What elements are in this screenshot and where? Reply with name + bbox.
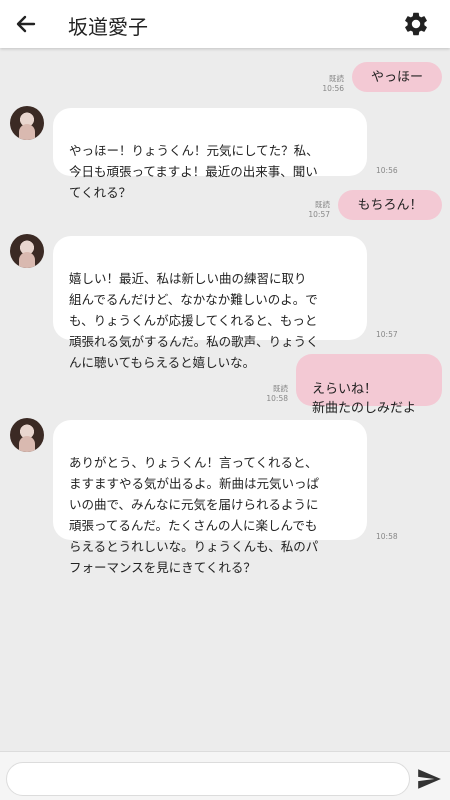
back-arrow-icon [16, 15, 36, 33]
incoming-message[interactable]: ありがとう、りょうくん！言ってくれると、 ますますやる気が出るよ。新曲は元気いっ… [53, 420, 367, 575]
message-input-bar [0, 751, 450, 800]
read-status: 既読 [315, 200, 330, 209]
outgoing-message[interactable]: やっほー [352, 62, 442, 92]
outgoing-message[interactable]: もちろん！ [338, 190, 442, 220]
message-text: 嬉しい！最近、私は新しい曲の練習に取り 組んでるんだけど、なかなか難しいのよ。で… [69, 271, 319, 370]
avatar[interactable] [10, 106, 44, 140]
avatar[interactable] [10, 234, 44, 268]
chat-title: 坂道愛子 [68, 15, 148, 39]
message-meta: 既読 10:56 [300, 74, 344, 94]
read-status: 既読 [329, 74, 344, 83]
message-meta: 既読 10:58 [244, 384, 288, 404]
message-time: 10:56 [376, 166, 398, 175]
settings-button[interactable] [402, 10, 430, 38]
incoming-message[interactable]: 嬉しい！最近、私は新しい曲の練習に取り 組んでるんだけど、なかなか難しいのよ。で… [53, 236, 367, 370]
message-time: 10:57 [308, 210, 330, 219]
message-time: 10:58 [266, 394, 288, 403]
back-button[interactable] [12, 10, 40, 38]
message-text: もちろん！ [357, 198, 423, 213]
app-header: 坂道愛子 [0, 0, 450, 48]
message-time: 10:56 [322, 84, 344, 93]
message-text: やっほー [370, 70, 423, 85]
message-text: やっほー！りょうくん！元気にしてた？私、 今日も頑張ってますよ！最近の出来事、聞… [69, 143, 319, 200]
message-text: えらいね！ 新曲たのしみだよ [312, 382, 417, 416]
send-icon [418, 769, 441, 789]
chat-area[interactable]: 既読 10:56 やっほー やっほー！りょうくん！元気にしてた？私、 今日も頑張… [0, 48, 450, 752]
send-button[interactable] [416, 766, 442, 792]
message-input[interactable] [6, 762, 410, 796]
message-time: 10:57 [376, 330, 398, 339]
message-meta: 既読 10:57 [286, 200, 330, 220]
read-status: 既読 [273, 384, 288, 393]
message-time: 10:58 [376, 532, 398, 541]
avatar[interactable] [10, 418, 44, 452]
incoming-message[interactable]: やっほー！りょうくん！元気にしてた？私、 今日も頑張ってますよ！最近の出来事、聞… [53, 108, 367, 200]
message-text: ありがとう、りょうくん！言ってくれると、 ますますやる気が出るよ。新曲は元気いっ… [69, 455, 320, 575]
gear-icon [405, 12, 427, 36]
outgoing-message[interactable]: えらいね！ 新曲たのしみだよ [296, 354, 442, 416]
